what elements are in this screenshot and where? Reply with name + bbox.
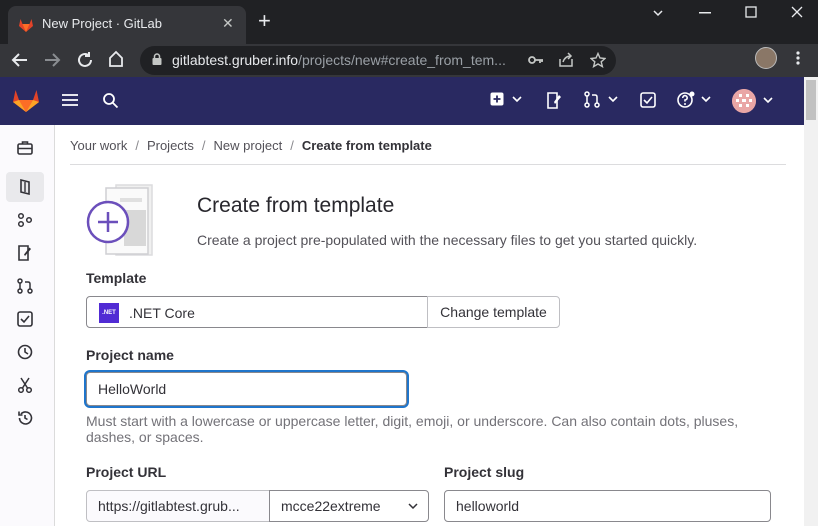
snippet-icon (17, 377, 33, 393)
back-arrow-icon[interactable] (11, 51, 29, 69)
clock-icon (17, 344, 33, 360)
browser-tab-bar: New Project · GitLab ✕ + (0, 0, 818, 44)
chevron-down-icon[interactable] (763, 97, 773, 104)
hamburger-menu-icon[interactable] (61, 92, 79, 108)
search-icon[interactable] (102, 92, 119, 109)
breadcrumb-projects[interactable]: Projects (147, 138, 194, 153)
user-avatar[interactable] (732, 89, 756, 113)
minimize-icon[interactable] (699, 12, 711, 14)
home-icon[interactable] (107, 50, 125, 68)
divider (70, 164, 786, 165)
browser-menu-icon[interactable] (796, 51, 800, 65)
chevron-down-icon (608, 96, 618, 103)
forward-arrow-icon[interactable] (43, 51, 61, 69)
project-url-prefix: https://gitlabtest.grub... (86, 490, 270, 522)
sidebar-item-issues[interactable] (6, 238, 44, 268)
help-icon (677, 91, 695, 108)
reload-icon[interactable] (76, 51, 94, 69)
todo-header-icon[interactable] (640, 92, 656, 108)
chevron-down-icon (512, 96, 522, 103)
merge-request-icon (584, 91, 600, 108)
breadcrumb: Your work / Projects / New project / Cre… (70, 138, 432, 153)
plus-square-icon (490, 92, 504, 106)
project-name-label: Project name (86, 347, 174, 363)
sidebar-item-groups[interactable] (6, 205, 44, 235)
help-dropdown[interactable] (677, 90, 711, 110)
gitlab-top-bar (0, 77, 804, 125)
gitlab-logo-icon[interactable] (12, 87, 40, 113)
sidebar-item-merge-requests[interactable] (6, 271, 44, 301)
briefcase-icon (17, 141, 33, 155)
template-label: Template (86, 270, 147, 286)
merge-requests-dropdown[interactable] (584, 90, 618, 110)
group-icon (17, 212, 33, 228)
tab-search-chevron-icon[interactable] (652, 7, 664, 19)
sidebar-item-activity[interactable] (6, 403, 44, 433)
scrollbar-thumb[interactable] (806, 80, 816, 120)
namespace-value: mcce22extreme (281, 498, 381, 514)
chevron-down-icon (701, 96, 711, 103)
project-slug-input[interactable] (444, 490, 771, 522)
sidebar-item-projects[interactable] (6, 172, 44, 202)
url-host: gitlabtest.gruber.info (172, 52, 299, 68)
breadcrumb-new-project[interactable]: New project (214, 138, 283, 153)
namespace-select[interactable]: mcce22extreme (269, 490, 429, 522)
history-icon (18, 411, 33, 425)
url-text[interactable]: gitlabtest.gruber.info/projects/new#crea… (172, 52, 506, 68)
gitlab-favicon-icon (19, 19, 33, 32)
page-title: Create from template (197, 194, 395, 217)
share-icon[interactable] (558, 52, 574, 68)
sidebar-item-todos[interactable] (6, 304, 44, 334)
star-icon[interactable] (590, 52, 606, 68)
page-scrollbar[interactable] (804, 77, 818, 526)
chevron-down-icon (408, 503, 418, 510)
sidebar-item-snippets[interactable] (6, 370, 44, 400)
dotnet-logo-icon: .NET (99, 303, 119, 323)
template-name: .NET Core (129, 305, 195, 321)
url-path: /projects/new#create_from_tem... (298, 52, 506, 68)
address-bar[interactable]: gitlabtest.gruber.info/projects/new#crea… (140, 46, 616, 75)
breadcrumb-current[interactable]: Create from template (302, 138, 432, 153)
maximize-icon[interactable] (745, 6, 757, 18)
browser-profile-avatar[interactable] (755, 47, 777, 69)
change-template-button[interactable]: Change template (427, 296, 560, 328)
project-url-label: Project URL (86, 464, 167, 480)
project-slug-label: Project slug (444, 464, 525, 480)
breadcrumb-separator: / (135, 138, 139, 153)
merge-request-icon (17, 278, 33, 294)
sidebar-item-milestones[interactable] (6, 337, 44, 367)
lock-icon[interactable] (152, 53, 162, 65)
project-name-input[interactable] (86, 372, 407, 406)
browser-tab[interactable]: New Project · GitLab ✕ (8, 6, 246, 44)
tab-title: New Project · GitLab (42, 16, 162, 31)
breadcrumb-separator: / (290, 138, 294, 153)
close-tab-icon[interactable]: ✕ (222, 15, 234, 32)
key-icon[interactable] (528, 53, 544, 67)
page-description: Create a project pre-populated with the … (197, 232, 698, 248)
left-sidebar (0, 125, 55, 526)
create-from-template-illustration (86, 184, 153, 256)
project-name-help-text: Must start with a lowercase or uppercase… (86, 413, 739, 445)
issues-header-icon[interactable] (546, 92, 562, 109)
breadcrumb-separator: / (201, 138, 206, 153)
window-close-icon[interactable] (791, 6, 803, 18)
issues-icon (18, 245, 31, 261)
breadcrumb-your-work[interactable]: Your work (70, 138, 127, 153)
project-icon (20, 179, 30, 195)
todo-icon (17, 311, 33, 327)
create-new-dropdown[interactable] (490, 90, 524, 110)
sidebar-item-your-work[interactable] (6, 133, 44, 163)
selected-template-field: .NET .NET Core (86, 296, 428, 328)
new-tab-button[interactable]: + (258, 10, 271, 32)
